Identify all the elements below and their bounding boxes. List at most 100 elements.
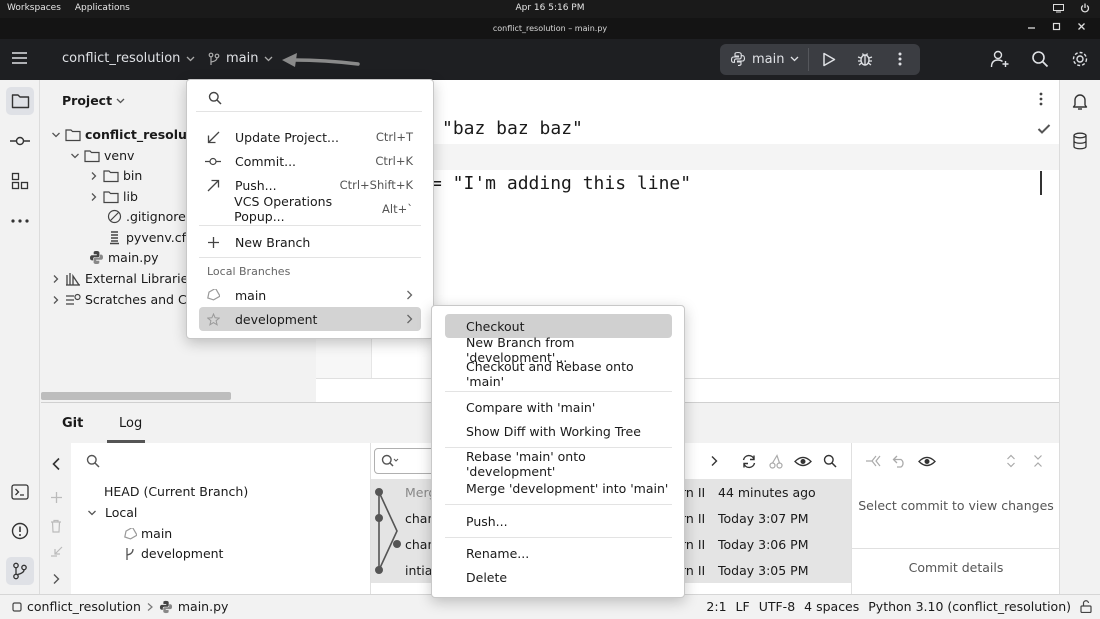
menu-item-merge[interactable]: Merge 'development' into 'main' bbox=[445, 476, 672, 500]
eye-icon[interactable] bbox=[918, 455, 936, 468]
breadcrumb-file[interactable]: main.py bbox=[178, 599, 229, 614]
git-tool-icon[interactable] bbox=[6, 557, 34, 585]
menu-item-compare[interactable]: Compare with 'main' bbox=[445, 395, 672, 419]
unlock-icon[interactable] bbox=[1080, 600, 1092, 613]
undo-icon[interactable] bbox=[892, 454, 907, 468]
menu-item-delete[interactable]: Delete bbox=[445, 565, 672, 589]
inspection-ok-icon[interactable] bbox=[1037, 123, 1051, 135]
structure-tool-icon[interactable] bbox=[6, 167, 34, 195]
commit-tool-icon[interactable] bbox=[6, 127, 34, 155]
project-panel-header[interactable]: Project bbox=[62, 93, 125, 108]
menu-separator bbox=[199, 225, 421, 226]
database-icon[interactable] bbox=[1066, 127, 1094, 155]
python-interpreter[interactable]: Python 3.10 (conflict_resolution) bbox=[868, 599, 1071, 614]
breadcrumb-project[interactable]: conflict_resolution bbox=[27, 599, 141, 614]
menu-item-commit[interactable]: Commit... Ctrl+K bbox=[199, 149, 421, 173]
python-icon bbox=[90, 251, 103, 264]
status-widgets: 2:1 LF UTF-8 4 spaces Python 3.10 (confl… bbox=[706, 599, 1092, 614]
search-icon[interactable] bbox=[1031, 50, 1049, 68]
delete-trash-icon[interactable] bbox=[50, 519, 62, 533]
file-encoding[interactable]: UTF-8 bbox=[759, 599, 795, 614]
menu-item-show-diff[interactable]: Show Diff with Working Tree bbox=[445, 419, 672, 443]
cherry-pick-icon[interactable] bbox=[769, 454, 783, 469]
menu-item-rebase[interactable]: Rebase 'main' onto 'development' bbox=[445, 449, 672, 479]
indent-setting[interactable]: 4 spaces bbox=[804, 599, 859, 614]
main-menu-icon[interactable] bbox=[11, 51, 28, 65]
terminal-tool-icon[interactable] bbox=[6, 478, 34, 506]
add-branch-icon[interactable] bbox=[50, 491, 63, 504]
folder-icon bbox=[84, 149, 100, 162]
chevron-right-icon bbox=[91, 192, 97, 201]
tree-item-gitignore[interactable]: .gitignore bbox=[107, 209, 186, 224]
branch-tree-main[interactable]: main bbox=[123, 526, 172, 541]
annotation-arrow-icon bbox=[280, 51, 362, 69]
close-icon[interactable] bbox=[1077, 22, 1086, 31]
more-vertical-icon[interactable] bbox=[898, 51, 902, 67]
project-selector[interactable]: conflict_resolution bbox=[62, 51, 195, 66]
chevron-right-icon[interactable] bbox=[710, 455, 718, 467]
line-separator[interactable]: LF bbox=[736, 599, 750, 614]
library-icon bbox=[66, 272, 80, 286]
notifications-bell-icon[interactable] bbox=[1066, 87, 1094, 115]
editor-horizontal-scrollbar[interactable] bbox=[316, 378, 1059, 402]
project-name: conflict_resolution bbox=[62, 51, 181, 66]
project-horizontal-scrollbar[interactable] bbox=[41, 392, 231, 400]
chevron-left-icon[interactable] bbox=[51, 457, 61, 471]
chevron-down-icon bbox=[71, 153, 79, 158]
details-placeholder: Select commit to view changes bbox=[858, 498, 1054, 513]
python-icon bbox=[730, 51, 746, 67]
debug-icon[interactable] bbox=[857, 51, 873, 67]
menu-item-branch-main[interactable]: main bbox=[199, 283, 421, 307]
problems-tool-icon[interactable] bbox=[6, 517, 34, 545]
branch-tree-development[interactable]: development bbox=[123, 546, 223, 561]
branch-selector[interactable]: main bbox=[208, 51, 273, 66]
editor-more-icon[interactable] bbox=[1039, 92, 1043, 106]
branch-tree-head[interactable]: HEAD (Current Branch) bbox=[104, 484, 248, 499]
tab-git[interactable]: Git bbox=[62, 416, 83, 431]
tree-item-external-libraries[interactable]: External Libraries bbox=[51, 271, 195, 286]
tree-item-venv[interactable]: venv bbox=[70, 148, 134, 163]
chevron-right-icon[interactable] bbox=[52, 573, 60, 585]
expand-all-icon[interactable] bbox=[865, 454, 881, 469]
run-icon[interactable] bbox=[822, 52, 836, 67]
maximize-icon[interactable] bbox=[1052, 22, 1061, 31]
expand-arrows-icon[interactable] bbox=[1006, 454, 1016, 468]
tree-item-main-py[interactable]: main.py bbox=[89, 250, 159, 265]
eye-icon[interactable] bbox=[794, 455, 812, 468]
search-icon[interactable] bbox=[86, 454, 100, 468]
run-config-name: main bbox=[752, 51, 785, 67]
branches-pane: HEAD (Current Branch) Local main develop… bbox=[71, 443, 371, 595]
text-caret bbox=[1040, 171, 1042, 195]
menu-item-rename[interactable]: Rename... bbox=[445, 541, 672, 565]
commit-graph bbox=[375, 488, 401, 574]
run-config-selector[interactable]: main bbox=[730, 51, 799, 67]
tree-item-lib[interactable]: lib bbox=[89, 189, 138, 204]
chevron-right-icon bbox=[91, 171, 97, 180]
add-user-icon[interactable] bbox=[990, 50, 1010, 68]
update-arrow-icon bbox=[207, 131, 219, 143]
menu-item-vcs-operations[interactable]: VCS Operations Popup... Alt+` bbox=[199, 194, 421, 224]
caret-position[interactable]: 2:1 bbox=[706, 599, 726, 614]
power-icon[interactable] bbox=[1080, 3, 1090, 13]
minimize-icon[interactable] bbox=[1027, 22, 1036, 31]
project-tool-icon[interactable] bbox=[6, 87, 34, 115]
breadcrumb: conflict_resolution main.py bbox=[12, 599, 228, 614]
tree-item-bin[interactable]: bin bbox=[89, 168, 142, 183]
menu-item-branch-development[interactable]: development bbox=[199, 307, 421, 331]
more-horizontal-icon[interactable] bbox=[6, 207, 34, 235]
menu-item-push[interactable]: Push... bbox=[445, 509, 672, 533]
branch-tree-local[interactable]: Local bbox=[87, 505, 137, 520]
menu-item-checkout-and-rebase[interactable]: Checkout and Rebase onto 'main' bbox=[445, 359, 672, 389]
screen-icon[interactable] bbox=[1053, 3, 1064, 13]
tab-log[interactable]: Log bbox=[119, 416, 142, 431]
branch-search-field[interactable] bbox=[196, 86, 422, 112]
collapse-arrows-icon[interactable] bbox=[1033, 454, 1043, 468]
fetch-icon[interactable] bbox=[50, 545, 64, 559]
os-clock[interactable]: Apr 16 5:16 PM bbox=[0, 3, 1100, 13]
menu-item-update-project[interactable]: Update Project... Ctrl+T bbox=[199, 125, 421, 149]
menu-item-new-branch[interactable]: New Branch bbox=[199, 230, 421, 254]
tree-item-pyvenv-cfg[interactable]: pyvenv.cfg bbox=[107, 230, 194, 245]
search-icon[interactable] bbox=[823, 454, 837, 468]
settings-gear-icon[interactable] bbox=[1071, 50, 1089, 68]
refresh-icon[interactable] bbox=[741, 454, 757, 469]
